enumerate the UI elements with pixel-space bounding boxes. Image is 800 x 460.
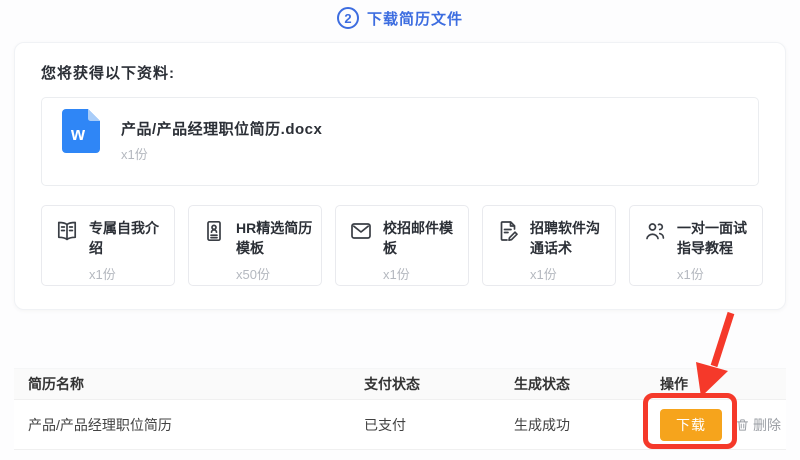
bonus-card-self-intro: 专属自我介绍 x1份	[41, 205, 175, 286]
bonus-label: 校招邮件模板	[383, 220, 453, 257]
file-name: 产品/产品经理职位简历.docx	[121, 121, 323, 138]
bonus-label: 专属自我介绍	[89, 220, 159, 257]
bonus-count: x1份	[530, 266, 557, 282]
step-number-badge: 2	[336, 7, 359, 29]
download-button[interactable]: 下载	[660, 408, 722, 441]
delete-label: 删除	[753, 416, 781, 433]
bonus-count: x50份	[236, 266, 270, 282]
cell-generation-status: 生成成功	[514, 416, 570, 433]
download-resume-page: 2 下载简历文件 您将获得以下资料: w 产品/产品经理职位简历.docx x1…	[0, 0, 800, 460]
table-row: 产品/产品经理职位简历 已支付 生成成功 下载 删除	[14, 400, 786, 450]
col-header-generation-status: 生成状态	[514, 376, 570, 392]
document-pencil-icon	[496, 218, 520, 285]
bonus-label: 一对一面试指导教程	[677, 220, 747, 257]
bonus-count: x1份	[383, 266, 410, 282]
bonus-label: HR精选简历模板	[236, 220, 313, 257]
trash-icon	[737, 418, 748, 431]
bonus-count: x1份	[89, 266, 116, 282]
cell-resume-name: 产品/产品经理职位简历	[28, 416, 172, 433]
file-count: x1份	[121, 147, 148, 162]
cell-actions: 下载 删除	[646, 408, 786, 441]
bonus-card-interview-coaching: 一对一面试指导教程 x1份	[629, 205, 763, 286]
open-book-icon	[55, 218, 79, 285]
bonus-count: x1份	[677, 266, 704, 282]
bonus-label: 招聘软件沟通话术	[530, 220, 600, 257]
word-file-icon: w	[62, 109, 100, 153]
step-indicator: 2 下载简历文件	[0, 7, 800, 29]
panel-title: 您将获得以下资料:	[41, 65, 175, 82]
bonus-card-hr-templates: HR精选简历模板 x50份	[188, 205, 322, 286]
col-header-resume-name: 简历名称	[28, 376, 84, 392]
bonus-card-email-template: 校招邮件模板 x1份	[335, 205, 469, 286]
envelope-icon	[349, 218, 373, 285]
step-title: 下载简历文件	[366, 10, 463, 28]
col-header-payment-status: 支付状态	[364, 376, 420, 392]
bonus-items-row: 专属自我介绍 x1份 HR精选简历模板 x50份 校招邮件模板 x1份 招聘软件…	[41, 205, 763, 286]
word-icon-letter: w	[70, 124, 86, 144]
delete-button[interactable]: 删除	[735, 415, 781, 435]
two-people-icon	[643, 218, 667, 285]
col-header-actions: 操作	[660, 376, 688, 392]
resume-table-header: 简历名称 支付状态 生成状态 操作	[14, 368, 786, 400]
bonus-card-chat-scripts: 招聘软件沟通话术 x1份	[482, 205, 616, 286]
main-file-card: w 产品/产品经理职位简历.docx x1份	[41, 97, 759, 186]
id-card-icon	[202, 218, 226, 285]
cell-payment-status: 已支付	[364, 416, 406, 433]
materials-panel: 您将获得以下资料: w 产品/产品经理职位简历.docx x1份 专属自我介绍 …	[14, 42, 786, 310]
